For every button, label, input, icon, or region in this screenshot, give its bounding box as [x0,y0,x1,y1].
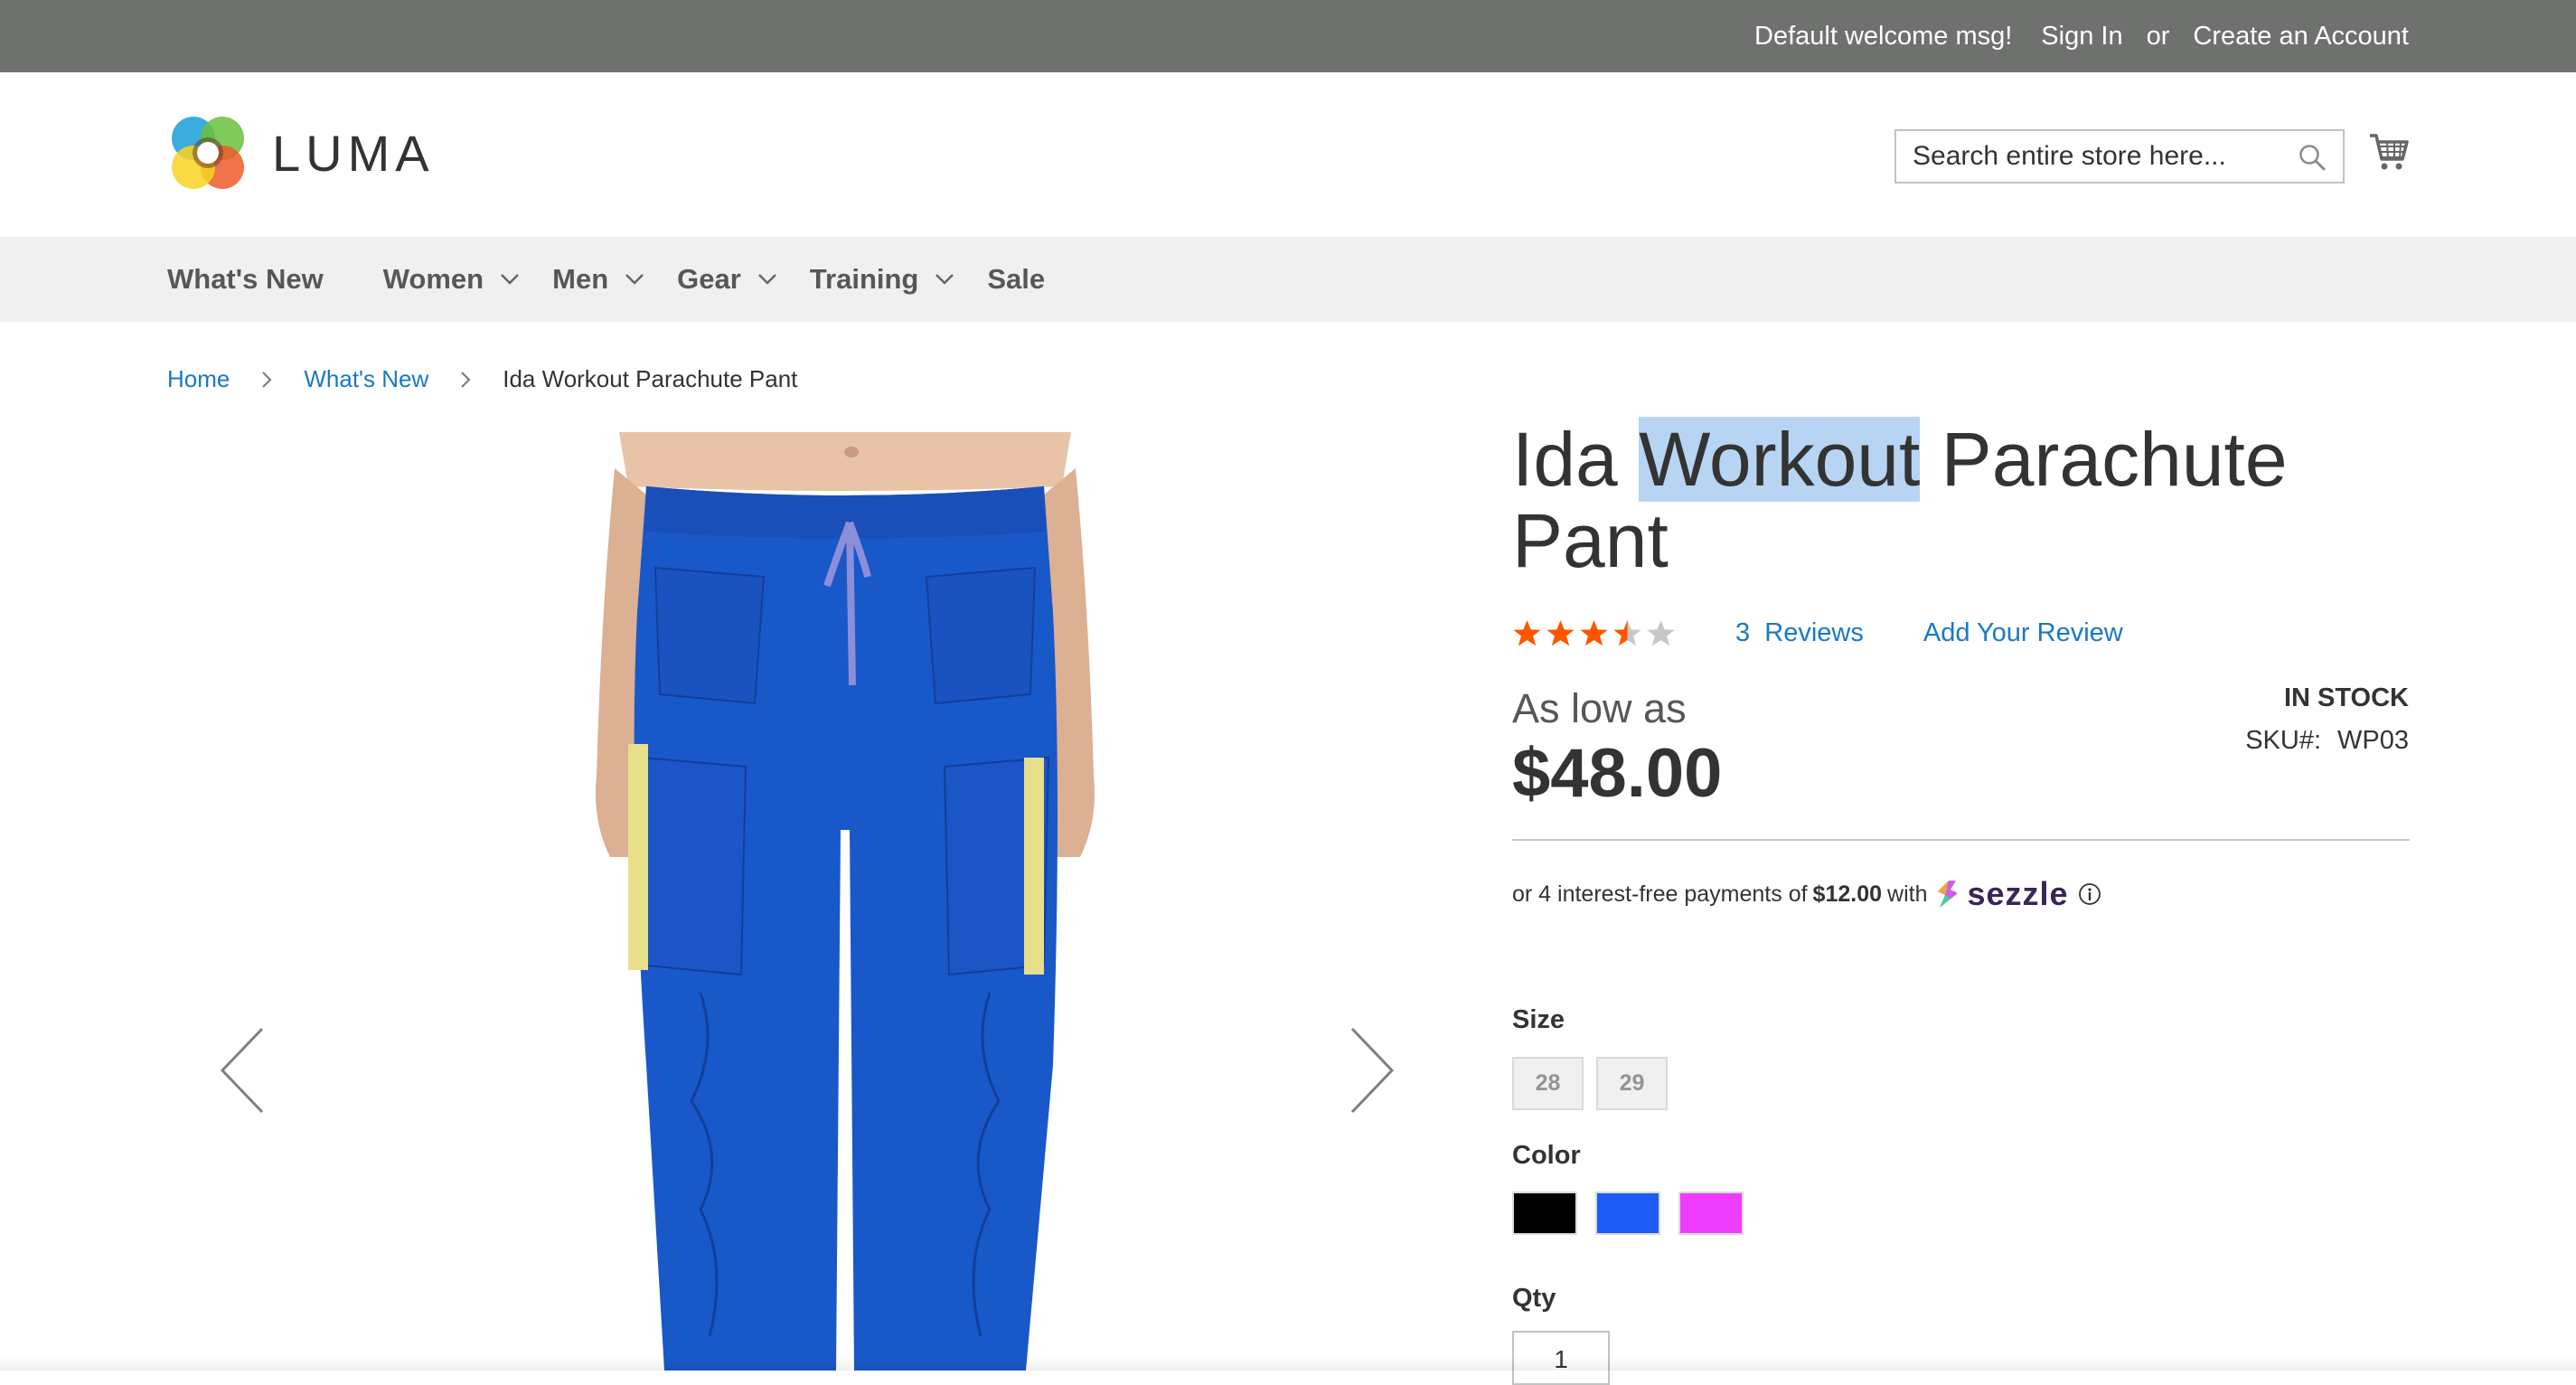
sezzle-brand: sezzle [1967,875,2069,912]
reviews-label: Reviews [1764,618,1864,647]
color-option-pink[interactable] [1678,1192,1744,1235]
nav-item-label: Gear [677,263,741,295]
cart-icon[interactable] [2368,132,2410,172]
color-option-blue[interactable] [1595,1192,1660,1235]
star-icon [1647,620,1675,646]
search-icon[interactable] [2298,143,2327,172]
sezzle-with: with [1887,881,1928,907]
chevron-right-icon [461,371,471,388]
reviews-link[interactable]: 3 Reviews [1735,618,1864,648]
reviews-count: 3 [1735,618,1751,647]
size-swatches: 28 29 [1512,1057,1668,1110]
or-text: or [2146,21,2170,51]
nav-item-men[interactable]: Men [552,263,644,296]
color-swatches [1512,1192,1744,1235]
title-part-1: Ida [1512,417,1640,502]
chevron-down-icon [757,274,776,285]
chevron-down-icon [935,274,954,285]
next-image-arrow[interactable] [1347,1025,1397,1116]
size-label: Size [1512,1005,1565,1034]
divider [1512,839,2410,841]
qty-label: Qty [1512,1284,1556,1313]
color-option-black[interactable] [1512,1192,1577,1235]
nav-item-whats-new[interactable]: What's New [167,263,324,296]
product-sku: SKU#: WP03 [2245,726,2409,756]
info-icon[interactable] [2078,882,2101,906]
chevron-right-icon [262,371,272,388]
size-option[interactable]: 29 [1596,1057,1668,1110]
price-prefix: As low as [1512,685,1687,731]
product-gallery [167,432,1446,1371]
breadcrumb-home[interactable]: Home [167,365,230,393]
nav-item-sale[interactable]: Sale [987,263,1045,296]
chevron-down-icon [501,274,520,285]
breadcrumb: Home What's New Ida Workout Parachute Pa… [167,365,797,393]
color-label: Color [1512,1141,1581,1170]
header: LUMA [0,72,2576,237]
sku-value: WP03 [2337,726,2409,755]
nav-item-gear[interactable]: Gear [677,263,777,296]
previous-image-arrow[interactable] [217,1025,268,1116]
bottom-shadow [0,1356,2576,1371]
star-icon [1547,620,1575,646]
add-review-link[interactable]: Add Your Review [1923,618,2123,648]
nav-item-label: Sale [987,263,1046,295]
create-account-link[interactable]: Create an Account [2193,22,2409,52]
product-price: $48.00 [1512,735,1723,812]
nav-item-label: What's New [167,263,324,295]
nav-item-label: Men [552,263,609,295]
product-rating: 3 Reviews Add Your Review [1512,618,2123,648]
breadcrumb-category[interactable]: What's New [304,365,428,393]
main-nav: What's New Women Men Gear Training Sale [0,237,2576,322]
chevron-down-icon [625,274,644,285]
nav-item-training[interactable]: Training [810,263,955,296]
star-icon [1580,620,1608,646]
top-links: Default welcome msg! Sign In or Create a… [1754,0,2409,72]
sign-in-link[interactable]: Sign In [2041,22,2122,52]
star-icon [1513,620,1541,646]
star-icon [1613,620,1641,646]
product-title: Ida Workout Parachute Pant [1512,417,2326,581]
nav-item-women[interactable]: Women [383,263,520,296]
nav-item-label: Training [809,263,919,295]
size-option[interactable]: 28 [1512,1057,1584,1110]
sku-label: SKU#: [2245,726,2322,755]
store-logo[interactable]: LUMA [167,112,435,193]
logo-text: LUMA [272,124,435,182]
stock-status: IN STOCK [2283,683,2409,712]
breadcrumb-current: Ida Workout Parachute Pant [503,365,798,392]
sezzle-logo-icon [1938,881,1959,908]
luma-logo-icon [172,117,244,189]
product-image[interactable] [592,432,1098,1371]
search-box[interactable] [1894,129,2345,184]
top-bar: Default welcome msg! Sign In or Create a… [0,0,2576,72]
sezzle-text: or 4 interest-free payments of [1512,881,1808,907]
nav-item-label: Women [382,263,484,295]
sezzle-widget: or 4 interest-free payments of $12.00 wi… [1512,875,2101,913]
sezzle-logo[interactable]: sezzle [1934,875,2068,913]
title-highlighted-word: Workout [1639,417,1921,502]
rating-stars [1512,618,1676,648]
sezzle-amount: $12.00 [1812,881,1883,907]
welcome-message: Default welcome msg! [1754,21,2013,51]
search-input[interactable] [1896,131,2308,182]
